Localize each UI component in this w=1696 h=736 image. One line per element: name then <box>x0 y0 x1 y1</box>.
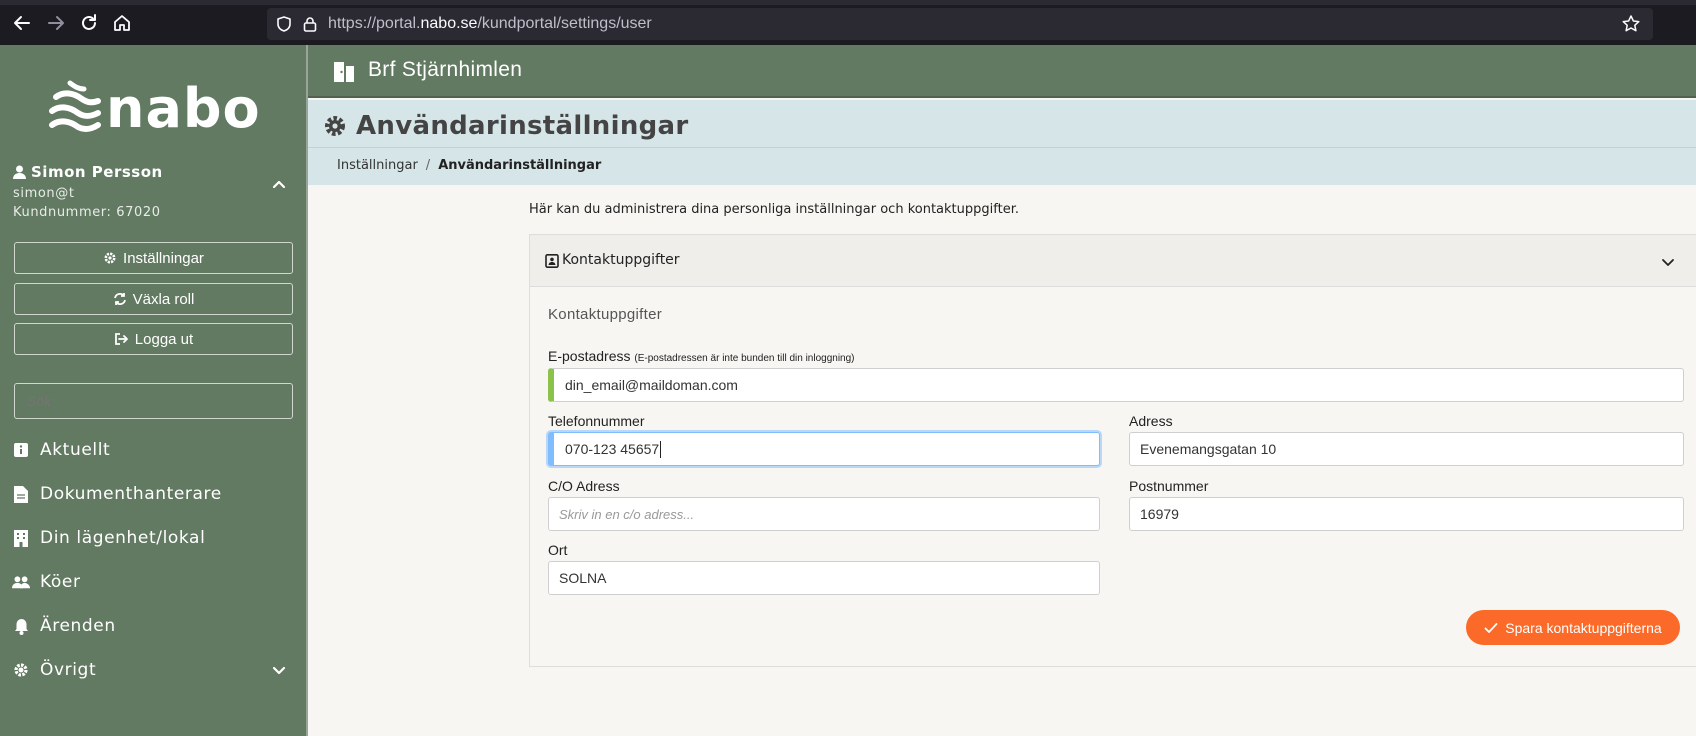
header-divider <box>308 147 1696 148</box>
switch-role-label: Växla roll <box>132 290 195 308</box>
address-label: Adress <box>1129 413 1173 429</box>
contact-card-header[interactable]: Kontaktuppgifter <box>530 235 1696 287</box>
co-address-field[interactable]: Skriv in en c/o adress... <box>548 497 1100 531</box>
gear-icon <box>12 661 30 679</box>
org-header: Brf Stjärnhimlen <box>308 45 1696 98</box>
email-label-text: E-postadress <box>548 348 631 364</box>
document-icon <box>12 485 30 503</box>
building-icon <box>12 529 30 547</box>
bell-icon <box>12 617 30 635</box>
nav-label: Köer <box>40 572 81 592</box>
nav-label: Din lägenhet/lokal <box>40 528 206 548</box>
phone-field[interactable]: 070-123 45657 <box>548 432 1100 466</box>
check-icon <box>1484 622 1498 633</box>
nav-label: Dokumenthanterare <box>40 484 222 504</box>
user-name: Simon Persson <box>13 163 293 181</box>
chevron-down-icon[interactable] <box>270 661 288 679</box>
nav-item-ovrigt[interactable]: Övrigt <box>12 655 297 685</box>
city-value: SOLNA <box>559 570 607 586</box>
door-icon <box>334 62 354 82</box>
url-prefix: https://portal. <box>328 15 421 32</box>
user-info: Simon Persson simon@t Kundnummer: 67020 <box>13 163 293 220</box>
address-value: Evenemangsgatan 10 <box>1140 441 1277 457</box>
home-icon[interactable] <box>111 12 133 34</box>
nav-item-aktuellt[interactable]: Aktuellt <box>12 435 297 465</box>
co-placeholder: Skriv in en c/o adress... <box>559 506 695 522</box>
breadcrumb: Inställningar / Användarinställningar <box>337 158 601 173</box>
url-bar[interactable]: https://portal.nabo.se/kundportal/settin… <box>267 8 1653 40</box>
breadcrumb-current: Användarinställningar <box>438 158 602 173</box>
sync-icon <box>113 293 126 305</box>
settings-button[interactable]: Inställningar <box>14 242 293 274</box>
intro-text: Här kan du administrera dina personliga … <box>529 202 1019 217</box>
page-title: Användarinställningar <box>356 111 689 141</box>
contact-card-title: Kontaktuppgifter <box>562 252 680 268</box>
user-icon <box>13 165 26 179</box>
postal-label: Postnummer <box>1129 478 1209 494</box>
org-name: Brf Stjärnhimlen <box>368 58 523 81</box>
city-field[interactable]: SOLNA <box>548 561 1100 595</box>
bookmark-star-icon[interactable] <box>1621 14 1641 34</box>
save-contact-label: Spara kontaktuppgifterna <box>1505 619 1662 636</box>
nav-item-din-lagenhet[interactable]: Din lägenhet/lokal <box>12 523 297 553</box>
nav-item-koer[interactable]: Köer <box>12 567 297 597</box>
sidebar: nabo Simon Persson simon@t Kundnummer: 6… <box>0 45 308 736</box>
logout-label: Logga ut <box>134 330 194 348</box>
lock-icon[interactable] <box>301 15 319 33</box>
page-header: Användarinställningar Inställningar / An… <box>308 100 1696 185</box>
user-email: simon@t <box>13 186 75 201</box>
phone-label: Telefonnummer <box>548 413 645 429</box>
phone-value: 070-123 45657 <box>565 441 660 457</box>
nabo-logo[interactable]: nabo <box>48 75 260 140</box>
switch-role-button[interactable]: Växla roll <box>14 283 293 315</box>
save-contact-button[interactable]: Spara kontaktuppgifterna <box>1466 610 1680 645</box>
search-input[interactable] <box>14 383 293 419</box>
nav-label: Aktuellt <box>40 440 111 460</box>
url-domain: nabo.se <box>420 15 478 32</box>
postal-code-field[interactable]: 16979 <box>1129 497 1684 531</box>
nav-item-dokumenthanterare[interactable]: Dokumenthanterare <box>12 479 297 509</box>
text-caret <box>660 440 662 458</box>
logo-text: nabo <box>106 77 261 140</box>
customer-number: Kundnummer: 67020 <box>13 205 161 220</box>
nabo-logo-mark-icon <box>49 80 101 133</box>
url-text[interactable]: https://portal.nabo.se/kundportal/settin… <box>328 15 652 33</box>
email-label: E-postadress (E-postadressen är inte bun… <box>548 348 855 364</box>
chevron-up-icon[interactable] <box>270 175 288 193</box>
co-label: C/O Adress <box>548 478 620 494</box>
gear-icon <box>104 252 116 264</box>
nav-item-arenden[interactable]: Ärenden <box>12 611 297 641</box>
city-label: Ort <box>548 542 568 558</box>
reload-icon[interactable] <box>78 12 100 34</box>
address-field[interactable]: Evenemangsgatan 10 <box>1129 432 1684 466</box>
browser-tabstrip-edge <box>0 0 1696 5</box>
email-field[interactable]: din_email@maildoman.com <box>548 368 1684 402</box>
breadcrumb-separator: / <box>425 158 431 173</box>
info-icon <box>12 441 30 459</box>
breadcrumb-parent-link[interactable]: Inställningar <box>337 158 418 173</box>
forward-icon[interactable] <box>45 12 67 34</box>
back-icon[interactable] <box>11 12 33 34</box>
chevron-down-icon[interactable] <box>1660 254 1676 270</box>
gear-icon <box>325 116 345 136</box>
postal-value: 16979 <box>1140 506 1179 522</box>
nav-label: Övrigt <box>40 660 97 680</box>
shield-icon[interactable] <box>275 15 293 33</box>
section-title: Kontaktuppgifter <box>548 306 663 323</box>
settings-button-label: Inställningar <box>123 249 204 267</box>
logout-button[interactable]: Logga ut <box>14 323 293 355</box>
email-value: din_email@maildoman.com <box>565 377 738 393</box>
address-card-icon <box>545 254 559 268</box>
user-name-text: Simon Persson <box>31 163 163 181</box>
users-icon <box>12 573 30 591</box>
sign-out-icon <box>114 333 128 345</box>
email-note: (E-postadressen är inte bunden till din … <box>634 353 855 364</box>
url-path: /kundportal/settings/user <box>477 15 652 32</box>
contact-card: Kontaktuppgifter Kontaktuppgifter E-post… <box>529 234 1696 667</box>
browser-toolbar: https://portal.nabo.se/kundportal/settin… <box>0 0 1696 45</box>
nav-label: Ärenden <box>40 616 116 636</box>
